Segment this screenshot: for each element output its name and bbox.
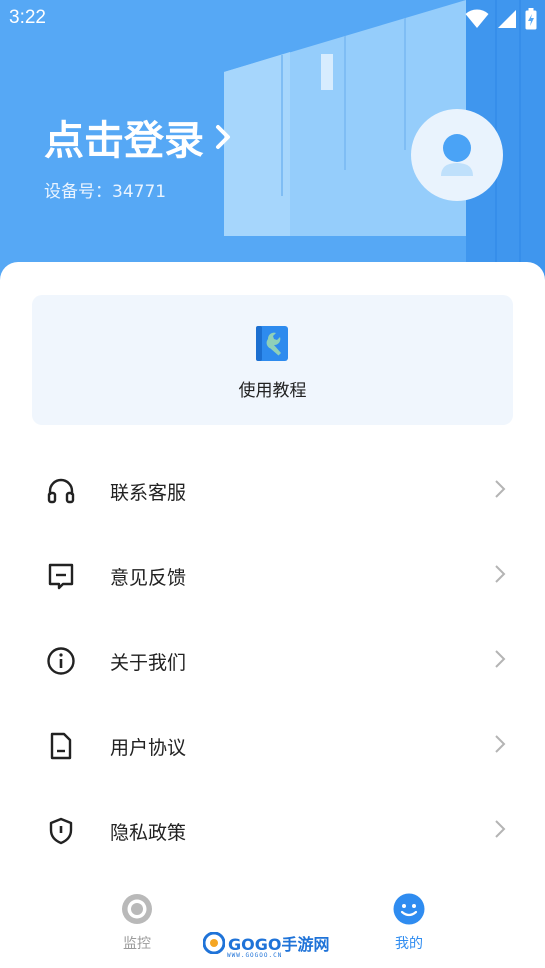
menu-label-about-us: 关于我们: [110, 652, 187, 674]
menu-label-feedback: 意见反馈: [110, 567, 187, 589]
menu-item-contact-support[interactable]: 联系客服: [0, 448, 545, 532]
tab-mine-label: 我的: [395, 936, 423, 952]
headset-icon: [47, 478, 75, 504]
signal-icon: [498, 10, 516, 28]
status-bar: 3:22: [0, 0, 545, 36]
status-time: 3:22: [9, 7, 46, 28]
feedback-icon: [48, 563, 74, 590]
tab-monitor-label: 监控: [123, 936, 151, 952]
menu-item-user-agreement[interactable]: 用户协议: [0, 703, 545, 787]
wifi-icon: [465, 9, 489, 28]
document-icon: [50, 732, 72, 760]
watermark-logo-icon: [203, 932, 225, 954]
chevron-right-icon: [216, 125, 230, 149]
battery-icon: [525, 8, 537, 30]
chevron-right-icon: [495, 480, 506, 498]
chevron-right-icon: [495, 565, 506, 583]
menu-item-privacy-policy[interactable]: 隐私政策: [0, 788, 545, 872]
avatar[interactable]: [411, 109, 503, 201]
tutorial-label[interactable]: 使用教程: [0, 376, 545, 401]
info-icon: [47, 647, 75, 675]
device-number: 34771: [112, 182, 167, 202]
menu-item-feedback[interactable]: 意见反馈: [0, 533, 545, 617]
menu-item-about-us[interactable]: 关于我们: [0, 618, 545, 702]
shield-icon: [49, 817, 73, 845]
avatar-person-icon: [441, 134, 473, 176]
watermark-sub: WWW.GOGOO.CN: [227, 952, 283, 959]
device-id: 设备号：34771: [44, 177, 166, 202]
tab-mine[interactable]: 我的: [349, 885, 469, 965]
menu-label-contact-support: 联系客服: [110, 482, 187, 504]
login-title[interactable]: 点击登录: [44, 108, 204, 166]
login-link[interactable]: 点击登录: [44, 108, 232, 166]
profile-face-icon: [393, 893, 425, 925]
device-label: 设备号：: [44, 182, 112, 202]
chevron-right-icon: [495, 735, 506, 753]
monitor-camera-icon: [122, 894, 152, 924]
watermark: GOGO手游网 WWW.GOGOO.CN: [203, 931, 329, 959]
menu-label-privacy-policy: 隐私政策: [110, 822, 187, 844]
chevron-right-icon: [495, 650, 506, 668]
tutorial-book-wrench-icon: [256, 326, 288, 361]
tab-monitor[interactable]: 监控: [77, 885, 197, 965]
chevron-right-icon: [495, 820, 506, 838]
menu-label-user-agreement: 用户协议: [110, 737, 187, 759]
